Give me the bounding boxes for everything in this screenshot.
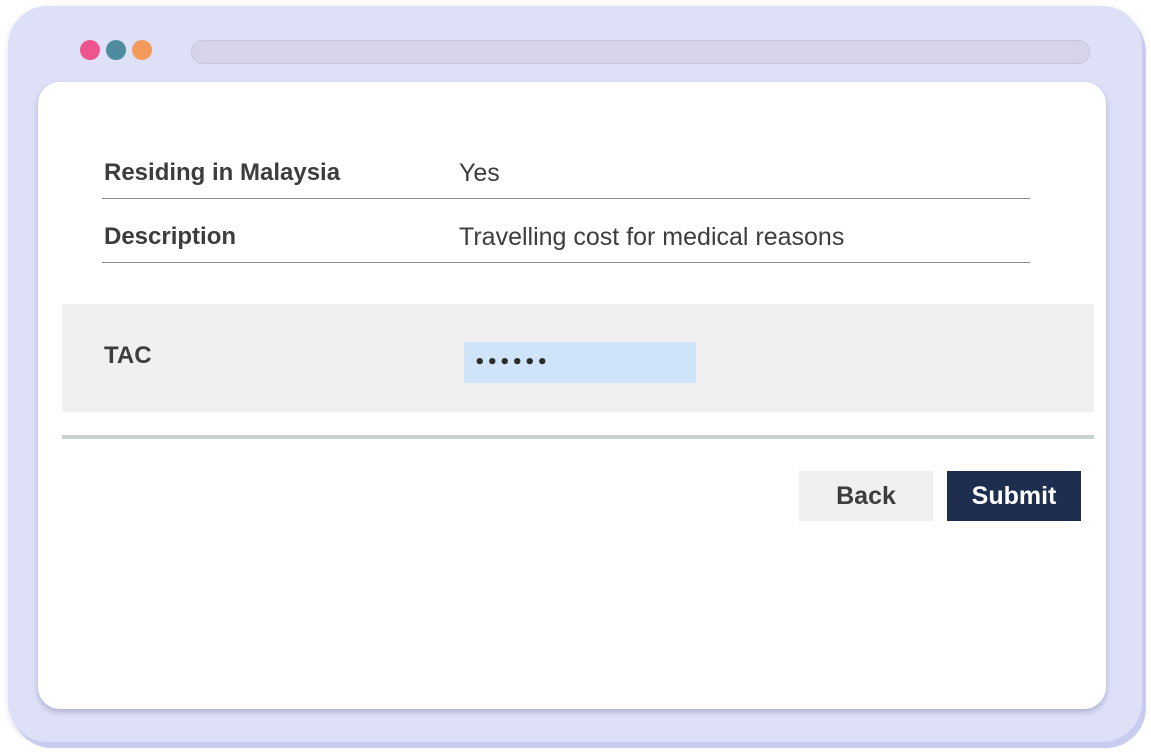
submit-button[interactable]: Submit: [947, 471, 1081, 521]
back-button[interactable]: Back: [799, 471, 933, 521]
tac-section: TAC: [62, 304, 1094, 412]
tac-label: TAC: [104, 342, 152, 369]
detail-row-residing: Residing in Malaysia Yes: [102, 135, 1030, 199]
maximize-dot-icon[interactable]: [132, 40, 152, 60]
description-value: Travelling cost for medical reasons: [459, 223, 845, 251]
residing-label: Residing in Malaysia: [104, 159, 341, 186]
description-label: Description: [104, 223, 237, 250]
minimize-dot-icon[interactable]: [106, 40, 126, 60]
detail-row-description: Description Travelling cost for medical …: [102, 199, 1030, 263]
window-controls: [80, 38, 152, 62]
section-divider: [62, 435, 1094, 439]
residing-value: Yes: [459, 159, 500, 187]
close-dot-icon[interactable]: [80, 40, 100, 60]
tac-input[interactable]: [464, 342, 696, 383]
address-bar[interactable]: [191, 40, 1090, 64]
content-card: Residing in Malaysia Yes Description Tra…: [38, 82, 1106, 709]
